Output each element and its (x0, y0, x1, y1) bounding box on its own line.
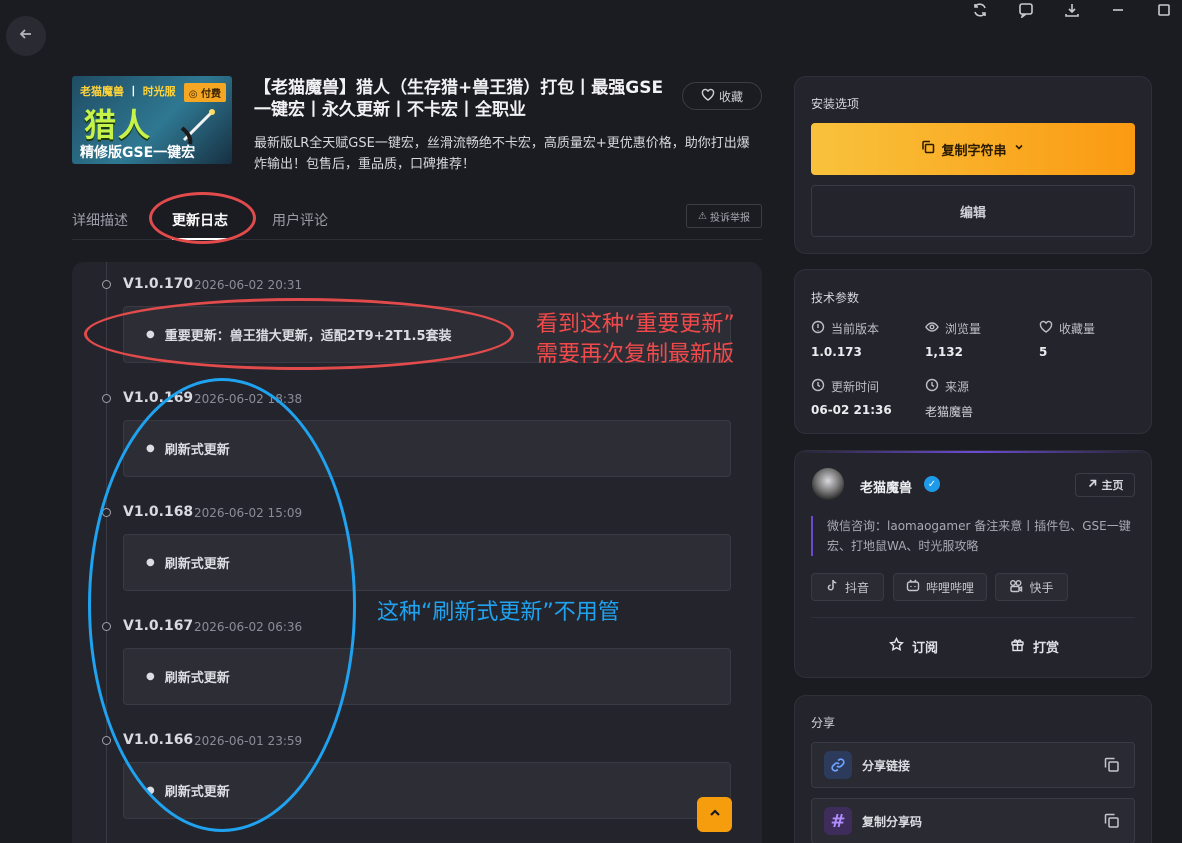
hunter-weapon-icon (180, 109, 215, 145)
back-button[interactable] (6, 16, 46, 56)
copy-icon[interactable] (1103, 756, 1120, 776)
param-views: 浏览量 1,132 (925, 320, 982, 359)
edit-button[interactable]: 编辑 (811, 185, 1135, 237)
copy-icon (921, 140, 935, 158)
tab-reviews[interactable]: 用户评论 (272, 210, 328, 230)
author-name[interactable]: 老猫魔兽 (860, 477, 912, 496)
product-description: 最新版LR全天赋GSE一键宏，丝滑流畅绝不卡宏，高质量宏+更优惠价格，助你打出爆… (254, 136, 750, 172)
social-bilibili-button[interactable]: 哔哩哔哩 (893, 573, 987, 601)
arrow-up-right-icon (1087, 478, 1098, 492)
star-icon (889, 636, 904, 656)
version-date: 2026-06-02 20:31 (194, 278, 303, 292)
product-header: 老猫魔兽 丨 时光服 ◎ 付费 猎人 精修版GSE一键宏 【老猫魔兽】猎人（生存… (72, 76, 762, 172)
tech-params-card: 技术参数 当前版本 1.0.173 浏览量 1,132 收藏量 5 更新时间 0… (794, 269, 1152, 434)
comment-icon[interactable] (1014, 0, 1038, 20)
minimize-icon[interactable] (1106, 0, 1130, 20)
cover-image: 老猫魔兽 丨 时光服 ◎ 付费 猎人 精修版GSE一键宏 (72, 76, 232, 164)
annotation-refresh-note: 这种“刷新式更新”不用管 (377, 600, 620, 625)
social-douyin-button[interactable]: 抖音 (811, 573, 884, 601)
arrow-left-icon (17, 25, 35, 47)
tiktok-icon (826, 579, 839, 595)
chevron-down-icon (1013, 141, 1025, 157)
annotation-important-circle (84, 298, 514, 370)
install-title: 安装选项 (811, 97, 860, 111)
scroll-top-button[interactable] (697, 797, 732, 832)
timeline-dot (102, 280, 111, 289)
author-card: 老猫魔兽 ✓ 主页 微信咨询：laomaogamer 备注来意丨插件包、GSE一… (794, 450, 1152, 678)
install-card: 安装选项 复制字符串 编辑 (794, 76, 1152, 254)
clock-icon (925, 378, 939, 395)
chevron-up-icon (707, 805, 723, 825)
divider (811, 617, 1135, 618)
maximize-icon[interactable] (1152, 0, 1176, 20)
copy-icon[interactable] (1103, 812, 1120, 832)
param-updated: 更新时间 06-02 21:36 (811, 378, 892, 417)
param-source: 来源 老猫魔兽 (925, 378, 974, 419)
cover-brand: 老猫魔兽 (80, 85, 124, 98)
share-link-button[interactable]: 分享链接 (811, 742, 1135, 788)
hashtag-icon: # (824, 807, 852, 835)
refresh-icon[interactable] (968, 0, 992, 20)
coin-icon: ◎ (188, 89, 198, 100)
author-home-button[interactable]: 主页 (1075, 473, 1135, 497)
author-bio: 微信咨询：laomaogamer 备注来意丨插件包、GSE一键宏、打地鼠WA、时… (811, 516, 1137, 556)
version-label: V1.0.170 (123, 276, 194, 292)
timeline-dot (102, 394, 111, 403)
heart-icon (1039, 320, 1053, 337)
download-icon[interactable] (1060, 0, 1084, 20)
clock-icon (811, 378, 825, 395)
share-code-button[interactable]: # 复制分享码 (811, 798, 1135, 843)
timeline-dot (102, 736, 111, 745)
tab-description[interactable]: 详细描述 (72, 210, 128, 230)
verified-icon: ✓ (924, 476, 940, 492)
gift-icon (1010, 637, 1025, 656)
annotation-important-note: 看到这种“重要更新” 需要再次复制最新版 (536, 312, 735, 367)
share-title: 分享 (811, 716, 836, 730)
kuaishou-icon (1009, 579, 1023, 596)
cover-subtitle: 精修版GSE一键宏 (80, 145, 196, 161)
param-version: 当前版本 1.0.173 (811, 320, 880, 359)
param-favorites: 收藏量 5 (1039, 320, 1096, 359)
paid-badge: ◎ 付费 (183, 83, 226, 102)
annotation-refresh-circle (88, 378, 356, 832)
cover-server: 时光服 (142, 85, 176, 98)
heart-icon (701, 88, 715, 105)
cover-class-text: 猎人 (84, 106, 153, 144)
avatar[interactable] (812, 468, 844, 500)
report-button[interactable]: ⚠ 投诉举报 (686, 204, 762, 228)
page-title: 【老猫魔兽】猎人（生存猎+兽王猎）打包丨最强GSE一键宏丨永久更新丨不卡宏丨全职… (254, 78, 664, 120)
info-circle-icon (811, 320, 825, 337)
subscribe-button[interactable]: 订阅 (889, 636, 938, 656)
share-card: 分享 分享链接 # 复制分享码 (794, 695, 1152, 843)
favorite-button[interactable]: 收藏 (682, 82, 762, 110)
social-kuaishou-button[interactable]: 快手 (995, 573, 1068, 601)
eye-icon (925, 320, 939, 337)
annotation-tab-circle (149, 192, 256, 244)
warning-icon: ⚠ (698, 210, 707, 222)
bilibili-icon (906, 579, 920, 595)
tech-title: 技术参数 (811, 291, 860, 305)
copy-string-button[interactable]: 复制字符串 (811, 123, 1135, 175)
link-icon (824, 751, 852, 779)
tip-button[interactable]: 打赏 (1010, 637, 1059, 656)
window-toolbar (968, 0, 1182, 20)
